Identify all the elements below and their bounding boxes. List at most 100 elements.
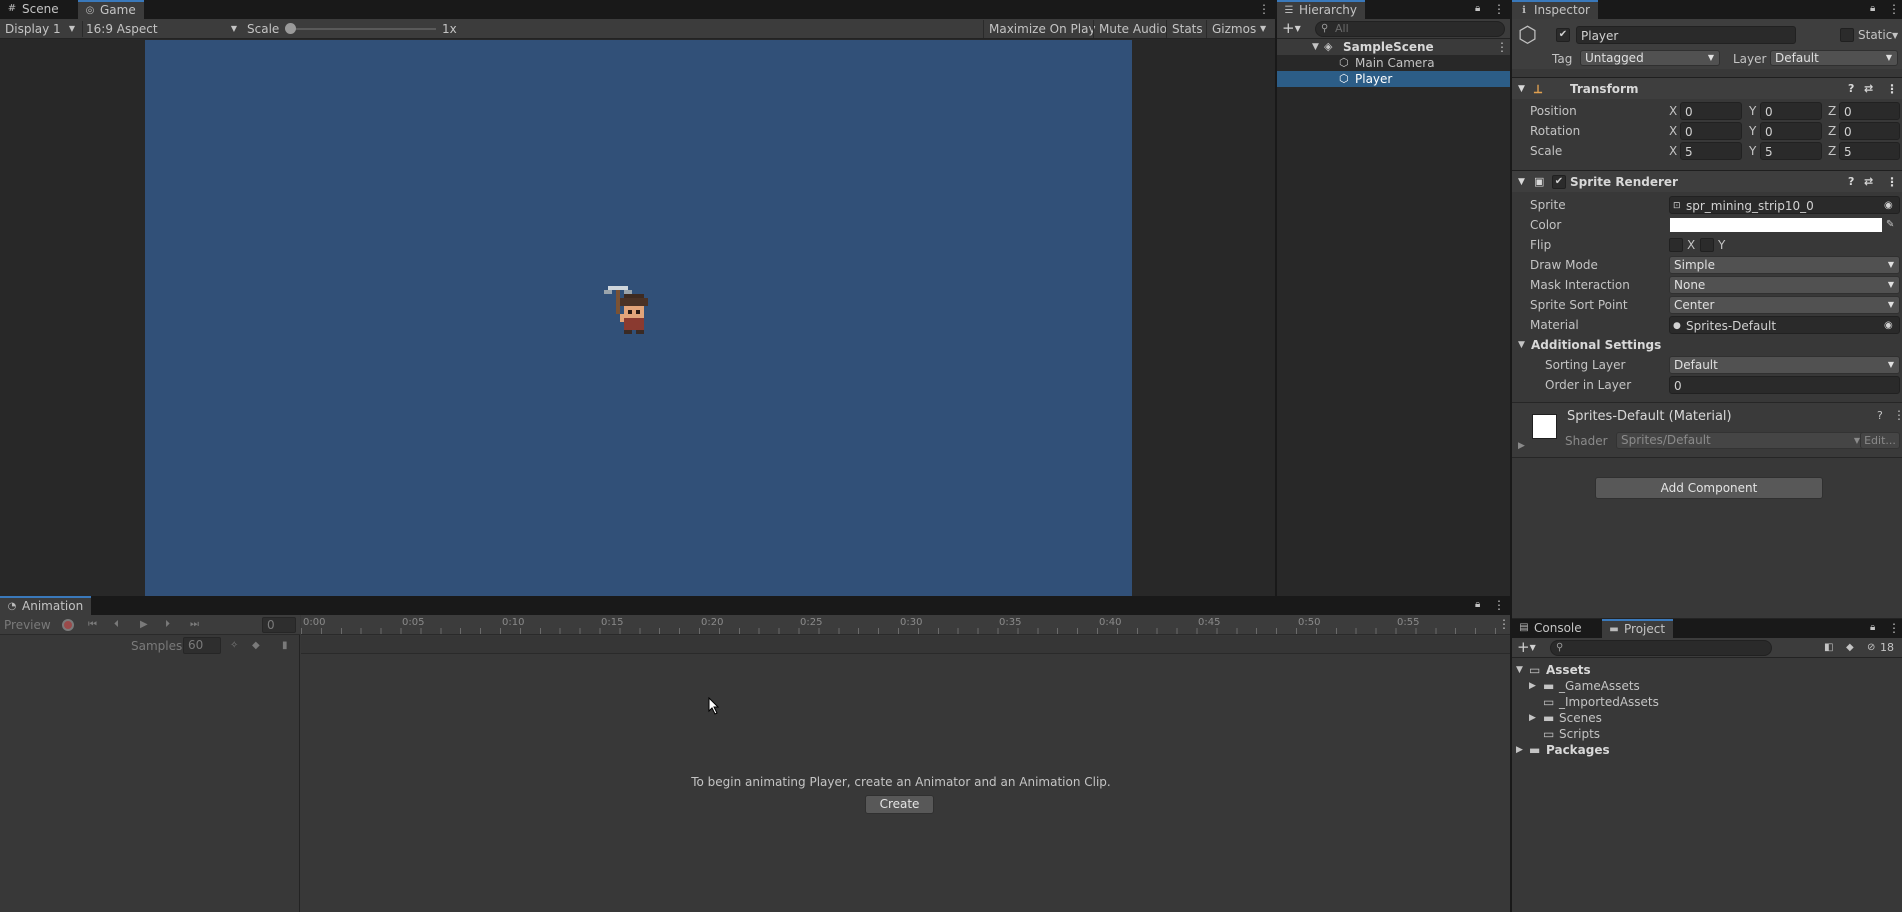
position-y-field[interactable]: 0 <box>1760 102 1822 120</box>
color-swatch[interactable] <box>1670 218 1882 232</box>
preview-button[interactable]: Preview <box>4 615 51 635</box>
hidden-packages-icon[interactable]: ⊘ <box>1867 638 1875 658</box>
component-menu-icon[interactable]: ⋮ <box>1886 78 1898 100</box>
transform-header[interactable]: ▼ ⟂ Transform ? ⇄ ⋮ <box>1512 77 1902 99</box>
display-dropdown[interactable]: Display 1 ▼ <box>2 21 78 37</box>
help-icon[interactable]: ? <box>1848 78 1854 100</box>
foldout-arrow-icon[interactable]: ▼ <box>1518 78 1525 100</box>
enabled-checkbox[interactable]: ✔ <box>1552 175 1566 189</box>
panel-menu-icon[interactable]: ⋮ <box>1493 2 1505 16</box>
maximize-on-play-button[interactable]: Maximize On Play <box>983 20 1101 38</box>
position-x-field[interactable]: 0 <box>1680 102 1742 120</box>
sorting-layer-dropdown[interactable]: Default ▼ <box>1669 356 1900 374</box>
additional-settings-foldout[interactable]: ▼ Additional Settings <box>1512 336 1902 354</box>
flip-x-checkbox[interactable] <box>1669 238 1683 252</box>
add-keyframe-icon[interactable]: ◆ <box>252 637 260 655</box>
scale-y-field[interactable]: 5 <box>1760 142 1822 160</box>
help-icon[interactable]: ? <box>1848 171 1854 193</box>
tab-inspector[interactable]: ℹ Inspector <box>1512 0 1598 19</box>
expand-arrow-icon[interactable]: ▼ <box>1312 39 1319 55</box>
project-tree-gameassets[interactable]: ▶ ▬ _GameAssets <box>1516 678 1896 694</box>
presets-icon[interactable]: ⇄ <box>1864 78 1873 100</box>
expand-arrow-icon[interactable]: ▶ <box>1529 710 1536 726</box>
expand-arrow-icon[interactable]: ▶ <box>1516 742 1523 758</box>
prev-keyframe-icon[interactable]: ⏴︎ <box>114 615 119 635</box>
record-icon[interactable] <box>62 619 74 631</box>
tab-project[interactable]: ▬ Project <box>1602 619 1674 638</box>
project-tree-scenes[interactable]: ▶ ▬ Scenes <box>1516 710 1896 726</box>
component-menu-icon[interactable]: ⋮ <box>1886 171 1898 193</box>
sprite-field[interactable]: ⊡ spr_mining_strip10_0 ◉ <box>1669 196 1900 214</box>
gizmos-button[interactable]: Gizmos <box>1206 20 1261 38</box>
samples-field[interactable]: 60 <box>183 637 221 654</box>
timeline-event-bar[interactable] <box>301 636 1510 654</box>
tab-game[interactable]: ◎ Game <box>78 0 144 19</box>
static-checkbox[interactable] <box>1840 28 1854 42</box>
play-icon[interactable]: ▶ <box>140 615 148 635</box>
lock-icon[interactable]: 🔒︎ <box>1475 2 1480 16</box>
tab-scene[interactable]: # Scene <box>0 0 67 19</box>
presets-icon[interactable]: ⇄ <box>1864 171 1873 193</box>
draw-mode-dropdown[interactable]: Simple ▼ <box>1669 256 1900 274</box>
scene-menu-icon[interactable]: ⋮ <box>1496 39 1508 55</box>
active-checkbox[interactable]: ✔ <box>1556 28 1570 42</box>
stats-button[interactable]: Stats <box>1166 20 1208 38</box>
create-clip-button[interactable]: Create <box>865 795 934 814</box>
lock-icon[interactable]: 🔒︎ <box>1870 2 1875 16</box>
foldout-arrow-icon[interactable]: ▼ <box>1518 336 1525 354</box>
scale-z-field[interactable]: 5 <box>1839 142 1900 160</box>
scale-slider-track[interactable] <box>290 28 436 30</box>
timeline-menu-icon[interactable]: ⋮ <box>1498 617 1510 631</box>
order-in-layer-field[interactable]: 0 <box>1669 376 1900 394</box>
shader-dropdown[interactable]: Sprites/Default ▼ <box>1616 432 1866 449</box>
frame-field[interactable]: 0 <box>262 617 296 633</box>
foldout-arrow-icon[interactable]: ▶ <box>1518 441 1525 451</box>
material-field[interactable]: ● Sprites-Default ◉ <box>1669 316 1900 334</box>
tag-dropdown[interactable]: Untagged ▼ <box>1580 50 1720 66</box>
create-asset-button[interactable]: +▼ <box>1517 639 1536 656</box>
first-keyframe-icon[interactable]: ⏮ <box>88 615 97 635</box>
next-keyframe-icon[interactable]: ⏵︎ <box>165 615 170 635</box>
search-by-label-icon[interactable]: ◆ <box>1846 638 1854 658</box>
expand-arrow-icon[interactable]: ▼ <box>1516 662 1523 678</box>
project-tree-scripts[interactable]: ▭ Scripts <box>1516 726 1896 742</box>
panel-menu-icon[interactable]: ⋮ <box>1888 2 1900 16</box>
panel-menu-icon[interactable]: ⋮ <box>1888 621 1900 635</box>
component-menu-icon[interactable]: ⋮ <box>1893 408 1902 422</box>
rotation-x-field[interactable]: 0 <box>1680 122 1742 140</box>
add-event-icon[interactable]: ▮ <box>282 637 288 655</box>
hierarchy-item-main-camera[interactable]: ⬡ Main Camera <box>1277 55 1510 71</box>
sprite-sort-point-dropdown[interactable]: Center ▼ <box>1669 296 1900 314</box>
last-keyframe-icon[interactable]: ⏭ <box>190 615 199 635</box>
help-icon[interactable]: ? <box>1877 409 1883 422</box>
project-search-field[interactable]: ⚲ <box>1550 640 1772 656</box>
scale-x-field[interactable]: 5 <box>1680 142 1742 160</box>
foldout-arrow-icon[interactable]: ▼ <box>1518 171 1525 193</box>
add-object-button[interactable]: +▼ <box>1282 20 1301 37</box>
mute-audio-button[interactable]: Mute Audio <box>1093 20 1172 38</box>
tab-animation[interactable]: ◔ Animation <box>0 596 92 615</box>
add-component-button[interactable]: Add Component <box>1595 477 1823 499</box>
gizmos-chevron-icon[interactable]: ▼ <box>1260 22 1266 36</box>
expand-arrow-icon[interactable]: ▶ <box>1529 678 1536 694</box>
position-z-field[interactable]: 0 <box>1839 102 1900 120</box>
hierarchy-item-player[interactable]: ⬡ Player <box>1277 71 1510 87</box>
object-picker-icon[interactable]: ◉ <box>1884 317 1893 335</box>
object-picker-icon[interactable]: ◉ <box>1884 197 1893 215</box>
project-tree-packages[interactable]: ▶ ▬ Packages <box>1516 742 1896 758</box>
hierarchy-scene-row[interactable]: ▼ ◈ SampleScene ⋮ <box>1277 39 1510 55</box>
tab-console[interactable]: ▤ Console <box>1512 619 1590 638</box>
timeline-area[interactable]: 0:00 0:05 0:10 0:15 0:20 0:25 0:30 0:35 … <box>301 615 1510 912</box>
panel-menu-icon[interactable]: ⋮ <box>1258 2 1270 16</box>
game-viewport[interactable] <box>145 40 1132 596</box>
lock-icon[interactable]: 🔒︎ <box>1870 621 1875 635</box>
rotation-z-field[interactable]: 0 <box>1839 122 1900 140</box>
sprite-renderer-header[interactable]: ▼ ▣ ✔ Sprite Renderer ? ⇄ ⋮ <box>1512 170 1902 192</box>
rotation-y-field[interactable]: 0 <box>1760 122 1822 140</box>
hierarchy-search-field[interactable]: ⚲ All <box>1315 21 1505 37</box>
project-tree-assets[interactable]: ▼ ▭ Assets <box>1516 662 1896 678</box>
flip-y-checkbox[interactable] <box>1700 238 1714 252</box>
keyframe-filter-icon[interactable]: ✧ <box>230 637 238 655</box>
lock-icon[interactable]: 🔒︎ <box>1475 598 1480 612</box>
edit-shader-button[interactable]: Edit... <box>1860 432 1900 449</box>
